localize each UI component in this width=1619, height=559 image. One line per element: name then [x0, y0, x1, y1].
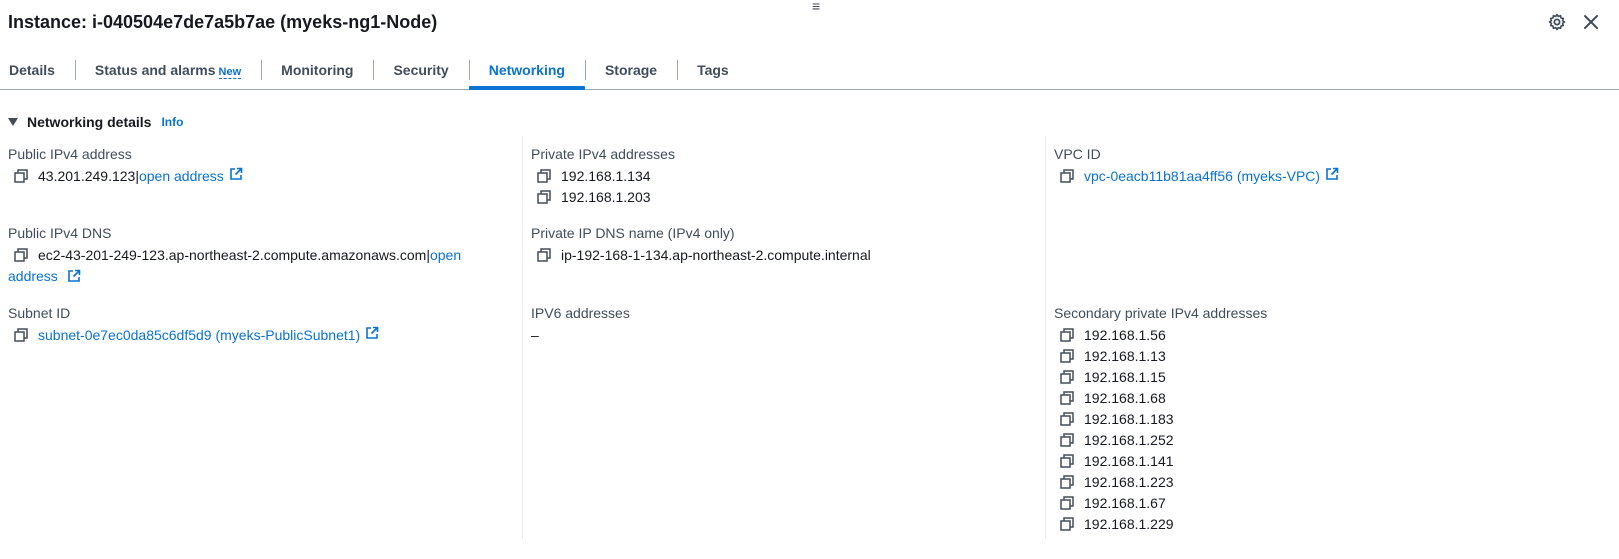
private-dns-value: ip-192-168-1-134.ap-northeast-2.compute.…	[561, 247, 871, 263]
tab-label: Details	[9, 62, 55, 78]
private-ipv4-value: 192.168.1.203	[561, 189, 651, 205]
field-label: VPC ID	[1054, 146, 1101, 162]
subnet-field: Subnet ID subnet-0e7ec0da85c6df5d9 (myek…	[8, 304, 521, 346]
secondary-ipv4-value: 192.168.1.13	[1084, 348, 1166, 364]
field-label: Public IPv4 DNS	[8, 225, 112, 241]
secondary-ipv4-row: 192.168.1.13	[1054, 346, 1605, 367]
secondary-ipv4-value: 192.168.1.67	[1084, 495, 1166, 511]
secondary-ipv4-row: 192.168.1.252	[1054, 430, 1605, 451]
gear-icon[interactable]	[1547, 12, 1567, 32]
secondary-ipv4-value: 192.168.1.229	[1084, 516, 1174, 532]
header-actions	[1547, 12, 1601, 32]
secondary-ipv4-value: 192.168.1.68	[1084, 390, 1166, 406]
copy-icon[interactable]	[535, 246, 553, 264]
secondary-ipv4-value: 192.168.1.141	[1084, 453, 1174, 469]
secondary-ipv4-list: 192.168.1.56 192.168.1.13 192.168.1.15 192.…	[1054, 325, 1605, 535]
tab-label: Status and alarms	[94, 62, 216, 78]
copy-icon[interactable]	[1058, 326, 1076, 344]
copy-icon[interactable]	[1058, 347, 1076, 365]
tab-tags[interactable]: Tags	[677, 52, 749, 88]
tab-label: Storage	[604, 62, 658, 78]
private-dns-field: Private IP DNS name (IPv4 only) ip-192-1…	[531, 224, 1044, 266]
public-dns-field: Public IPv4 DNS ec2-43-201-249-123.ap-no…	[8, 224, 521, 289]
column-public: Public IPv4 address 43.201.249.123 | open…	[8, 136, 521, 539]
column-private: Private IPv4 addresses 192.168.1.134 192…	[522, 136, 1044, 539]
tab-label: Security	[393, 62, 449, 78]
open-address-link-cont[interactable]: address	[8, 268, 58, 284]
copy-icon[interactable]	[1058, 410, 1076, 428]
field-label: IPV6 addresses	[531, 305, 630, 321]
tab-security[interactable]: Security	[373, 52, 468, 88]
field-label: Secondary private IPv4 addresses	[1054, 305, 1268, 321]
close-icon[interactable]	[1581, 12, 1601, 32]
copy-icon[interactable]	[12, 326, 30, 344]
copy-icon[interactable]	[12, 167, 30, 185]
networking-details-header[interactable]: Networking details Info	[8, 114, 183, 130]
vpc-field: VPC ID vpc-0eacb11b81aa4ff56 (myeks-VPC)	[1054, 145, 1605, 187]
tab-label: Networking	[488, 62, 565, 78]
new-badge: New	[218, 65, 242, 79]
secondary-ipv4-row: 192.168.1.229	[1054, 514, 1605, 535]
tab-status-and-alarms[interactable]: Status and alarms New	[74, 52, 261, 88]
external-link-icon[interactable]	[67, 268, 81, 289]
secondary-ipv4-row: 192.168.1.67	[1054, 493, 1605, 514]
copy-icon[interactable]	[1058, 389, 1076, 407]
private-ipv4-value: 192.168.1.134	[561, 168, 651, 184]
subnet-link[interactable]: subnet-0e7ec0da85c6df5d9 (myeks-PublicSu…	[38, 325, 360, 346]
section-title: Networking details	[27, 114, 152, 130]
secondary-ipv4-row: 192.168.1.141	[1054, 451, 1605, 472]
secondary-ipv4-value: 192.168.1.252	[1084, 432, 1174, 448]
copy-icon[interactable]	[1058, 167, 1076, 185]
secondary-ipv4-row: 192.168.1.223	[1054, 472, 1605, 493]
secondary-ipv4-field: Secondary private IPv4 addresses 192.168…	[1054, 304, 1605, 535]
field-label: Private IP DNS name (IPv4 only)	[531, 225, 735, 241]
copy-icon[interactable]	[12, 246, 30, 264]
secondary-ipv4-row: 192.168.1.56	[1054, 325, 1605, 346]
secondary-ipv4-row: 192.168.1.15	[1054, 367, 1605, 388]
secondary-ipv4-value: 192.168.1.15	[1084, 369, 1166, 385]
private-ipv4-field: Private IPv4 addresses 192.168.1.134 192…	[531, 145, 1044, 208]
open-address-link[interactable]: open address	[139, 166, 224, 187]
copy-icon[interactable]	[1058, 368, 1076, 386]
secondary-ipv4-row: 192.168.1.183	[1054, 409, 1605, 430]
secondary-ipv4-value: 192.168.1.223	[1084, 474, 1174, 490]
public-ipv4-value: 43.201.249.123	[38, 168, 136, 184]
drag-handle[interactable]: ≡	[812, 0, 820, 13]
ipv6-field: IPV6 addresses –	[531, 304, 1044, 346]
external-link-icon[interactable]	[365, 325, 379, 346]
secondary-ipv4-value: 192.168.1.56	[1084, 327, 1166, 343]
tab-label: Tags	[697, 62, 729, 78]
tab-details[interactable]: Details	[0, 52, 75, 88]
copy-icon[interactable]	[1058, 452, 1076, 470]
tab-storage[interactable]: Storage	[584, 52, 677, 88]
field-label: Subnet ID	[8, 305, 71, 321]
copy-icon[interactable]	[1058, 473, 1076, 491]
column-vpc: VPC ID vpc-0eacb11b81aa4ff56 (myeks-VPC)…	[1045, 136, 1605, 539]
open-address-link[interactable]: open	[430, 245, 461, 266]
secondary-ipv4-value: 192.168.1.183	[1084, 411, 1174, 427]
tab-label: Monitoring	[281, 62, 354, 78]
tab-networking[interactable]: Networking	[468, 52, 586, 90]
public-ipv4-field: Public IPv4 address 43.201.249.123 | open…	[8, 145, 521, 187]
page-title: Instance: i-040504e7de7a5b7ae (myeks-ng1…	[8, 12, 438, 32]
copy-icon[interactable]	[1058, 515, 1076, 533]
vpc-link[interactable]: vpc-0eacb11b81aa4ff56 (myeks-VPC)	[1084, 166, 1320, 187]
field-label: Public IPv4 address	[8, 146, 132, 162]
tab-monitoring[interactable]: Monitoring	[261, 52, 373, 88]
secondary-ipv4-row: 192.168.1.68	[1054, 388, 1605, 409]
copy-icon[interactable]	[535, 188, 553, 206]
ipv6-value: –	[531, 327, 539, 343]
copy-icon[interactable]	[535, 167, 553, 185]
caret-down-icon[interactable]	[8, 118, 18, 126]
info-link[interactable]: Info	[161, 115, 183, 129]
copy-icon[interactable]	[1058, 431, 1076, 449]
copy-icon[interactable]	[1058, 494, 1076, 512]
public-dns-value: ec2-43-201-249-123.ap-northeast-2.comput…	[38, 247, 427, 263]
tab-bar: Details Status and alarms New Monitoring …	[0, 52, 1619, 90]
external-link-icon[interactable]	[1325, 166, 1339, 187]
external-link-icon[interactable]	[229, 166, 243, 187]
field-label: Private IPv4 addresses	[531, 146, 675, 162]
